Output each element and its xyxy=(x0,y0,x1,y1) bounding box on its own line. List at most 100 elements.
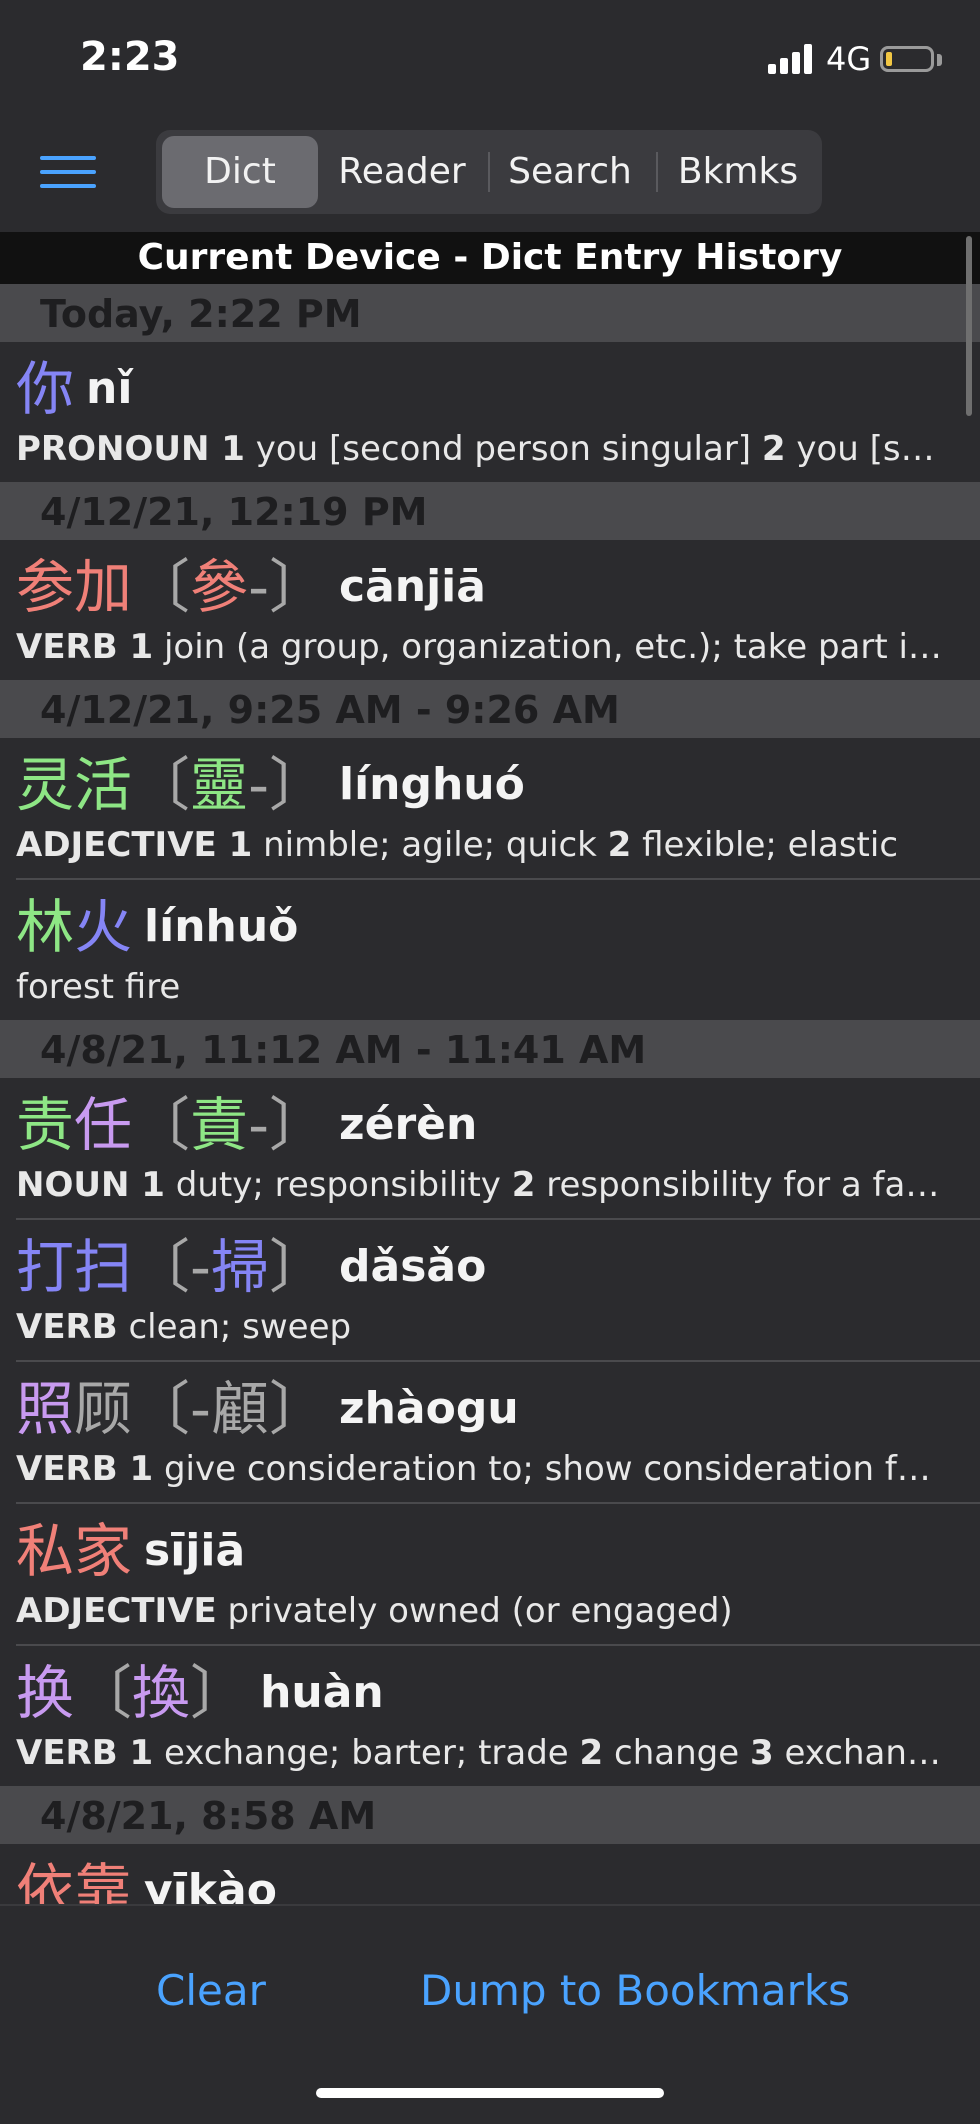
list-item[interactable]: 依靠 yīkào xyxy=(16,1844,980,1904)
definition-label: VERB xyxy=(16,627,130,667)
definition: ADJECTIVE privately owned (or engaged) xyxy=(16,1586,966,1644)
entry-headword: 打扫〔- 掃〕 dǎsǎo xyxy=(16,1220,980,1302)
dump-to-bookmarks-button[interactable]: Dump to Bookmarks xyxy=(420,1966,850,2015)
hanzi-char: 活 xyxy=(74,751,133,819)
list-item[interactable]: 你 nǐ PRONOUN 1 you [second person singular… xyxy=(16,342,980,482)
pinyin: huàn xyxy=(260,1667,384,1718)
section-header: 4/12/21, 12:19 PM xyxy=(0,482,980,540)
hanzi-char: 任 xyxy=(74,1091,133,1159)
pinyin: línhuǒ xyxy=(144,901,299,952)
traditional-form: -〕 xyxy=(248,1091,327,1159)
definition-label: VERB xyxy=(16,1307,118,1347)
traditional-form: 〔 xyxy=(132,751,191,819)
signal-icon xyxy=(768,44,816,74)
definition-label: 3 xyxy=(749,1733,774,1773)
hamburger-menu-icon[interactable] xyxy=(40,152,96,192)
list-item[interactable]: 换〔換〕 huàn VERB 1 exchange; barter; trade 2… xyxy=(16,1646,980,1786)
definition-label: 2 xyxy=(579,1733,604,1773)
definition-label: 2 xyxy=(761,429,786,469)
entry-headword: 私家 sījiā xyxy=(16,1504,980,1586)
definition-label: VERB xyxy=(16,1449,130,1489)
entry-headword: 换〔換〕 huàn xyxy=(16,1646,980,1728)
traditional-form: 靈 xyxy=(190,751,249,819)
definition: VERB 1 give consideration to; show consi… xyxy=(16,1444,966,1502)
entry-headword: 林火 línhuǒ xyxy=(16,880,980,962)
hanzi-char: 换 xyxy=(16,1659,75,1727)
traditional-form: -〕 xyxy=(248,553,327,621)
traditional-form: 掃 xyxy=(210,1233,269,1301)
definition-text: flexible; elastic xyxy=(631,825,899,865)
home-indicator[interactable] xyxy=(316,2088,664,2098)
definition-text: you [s… xyxy=(785,429,935,469)
tab-bkmks[interactable]: Bkmks xyxy=(660,136,816,208)
clear-button[interactable]: Clear xyxy=(156,1966,266,2015)
pinyin: nǐ xyxy=(86,363,133,414)
tab-reader[interactable]: Reader xyxy=(324,136,480,208)
definition: ADJECTIVE 1 nimble; agile; quick 2 flexi… xyxy=(16,820,966,878)
hanzi-char: 家 xyxy=(74,1517,133,1585)
pinyin: sījiā xyxy=(144,1525,246,1576)
section-header: 4/8/21, 11:12 AM - 11:41 AM xyxy=(0,1020,980,1078)
section-header: Today, 2:22 PM xyxy=(0,284,980,342)
traditional-form: 〕 xyxy=(268,1375,327,1443)
entry-headword: 照顾〔- 顧〕 zhàogu xyxy=(16,1362,980,1444)
traditional-form: 換 xyxy=(132,1659,191,1727)
entry-headword: 灵活〔靈 -〕 línghuó xyxy=(16,738,980,820)
traditional-form: 參 xyxy=(190,553,249,621)
section-header: 4/8/21, 8:58 AM xyxy=(0,1786,980,1844)
scrollbar[interactable] xyxy=(966,236,972,416)
list-item[interactable]: 责任〔責 -〕 zérèn NOUN 1 duty; responsibility 2… xyxy=(16,1078,980,1220)
hanzi-char: 火 xyxy=(74,893,133,961)
pinyin: dǎsǎo xyxy=(339,1241,487,1292)
list-item[interactable]: 参加〔參 -〕 cānjiā VERB 1 join (a group, organi… xyxy=(16,540,980,680)
definition-label: 1 xyxy=(129,1449,154,1489)
list-item[interactable]: 灵活〔靈 -〕 línghuó ADJECTIVE 1 nimble; agile; … xyxy=(16,738,980,880)
entry-headword: 依靠 yīkào xyxy=(16,1844,980,1904)
tab-divider xyxy=(656,152,658,192)
traditional-form: 顧 xyxy=(210,1375,269,1443)
tab-search[interactable]: Search xyxy=(492,136,648,208)
definition: VERB 1 exchange; barter; trade 2 change … xyxy=(16,1728,966,1786)
tab-segmented-control: Dict Reader Search Bkmks xyxy=(156,130,822,214)
definition-text: change xyxy=(603,1733,750,1773)
definition-text: clean; sweep xyxy=(117,1307,352,1347)
list-item[interactable]: 林火 línhuǒ forest fire xyxy=(16,880,980,1020)
definition-label: NOUN xyxy=(16,1165,142,1205)
section-header: 4/12/21, 9:25 AM - 9:26 AM xyxy=(0,680,980,738)
definition-label: 1 xyxy=(141,1165,165,1205)
definition-label: ADJECTIVE xyxy=(16,825,229,865)
hanzi-char: 私 xyxy=(16,1517,75,1585)
network-label: 4G xyxy=(826,40,872,78)
definition-label: 2 xyxy=(511,1165,536,1205)
definition-label: 1 xyxy=(129,1733,154,1773)
list-item[interactable]: 照顾〔- 顧〕 zhàogu VERB 1 give consideration to… xyxy=(16,1362,980,1504)
tab-dict[interactable]: Dict xyxy=(162,136,318,208)
hanzi-char: 打 xyxy=(16,1233,75,1301)
status-bar: 2:23 4G xyxy=(0,0,980,120)
entry-headword: 你 nǐ xyxy=(16,342,980,424)
hanzi-char: 参 xyxy=(16,553,75,621)
definition: VERB 1 join (a group, organization, etc.… xyxy=(16,622,966,680)
traditional-form: 〔 xyxy=(132,1091,191,1159)
list-item[interactable]: 私家 sījiā ADJECTIVE privately owned (or eng… xyxy=(16,1504,980,1646)
definition: VERB clean; sweep xyxy=(16,1302,966,1360)
entry-headword: 参加〔參 -〕 cānjiā xyxy=(16,540,980,622)
tab-divider xyxy=(488,152,490,192)
definition-text: nimble; agile; quick xyxy=(252,825,608,865)
traditional-form: 〔- xyxy=(132,1375,211,1443)
definition-text: forest fire xyxy=(16,967,181,1007)
history-list[interactable]: Today, 2:22 PM 你 nǐ PRONOUN 1 you [second p… xyxy=(0,284,980,1904)
hanzi-char: 林 xyxy=(16,893,75,961)
definition-text: give consideration to; show consideratio… xyxy=(153,1449,931,1489)
definition-text: exchan… xyxy=(773,1733,941,1773)
definition: PRONOUN 1 you [second person singular] 2… xyxy=(16,424,966,482)
pinyin: zhàogu xyxy=(339,1383,519,1434)
entry-headword: 责任〔責 -〕 zérèn xyxy=(16,1078,980,1160)
traditional-form: 〕 xyxy=(268,1233,327,1301)
traditional-form: 〔 xyxy=(132,553,191,621)
definition-label: PRONOUN xyxy=(16,429,222,469)
definition-text: join (a group, organization, etc.); take… xyxy=(153,627,942,667)
traditional-form: 〔 xyxy=(74,1659,133,1727)
list-item[interactable]: 打扫〔- 掃〕 dǎsǎo VERB clean; sweep xyxy=(16,1220,980,1362)
hanzi-char: 顾 xyxy=(74,1375,133,1443)
